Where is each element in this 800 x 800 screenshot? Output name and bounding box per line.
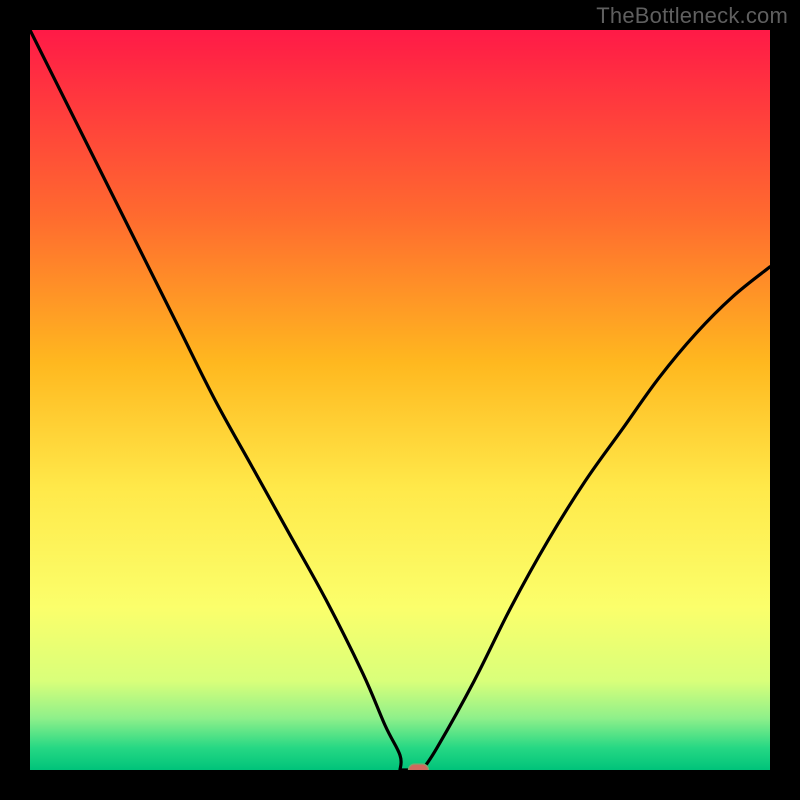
plot-area — [30, 30, 770, 770]
watermark-text: TheBottleneck.com — [596, 3, 788, 29]
chart-frame: TheBottleneck.com — [0, 0, 800, 800]
gradient-background — [30, 30, 770, 770]
optimal-marker — [409, 764, 429, 770]
chart-svg — [30, 30, 770, 770]
